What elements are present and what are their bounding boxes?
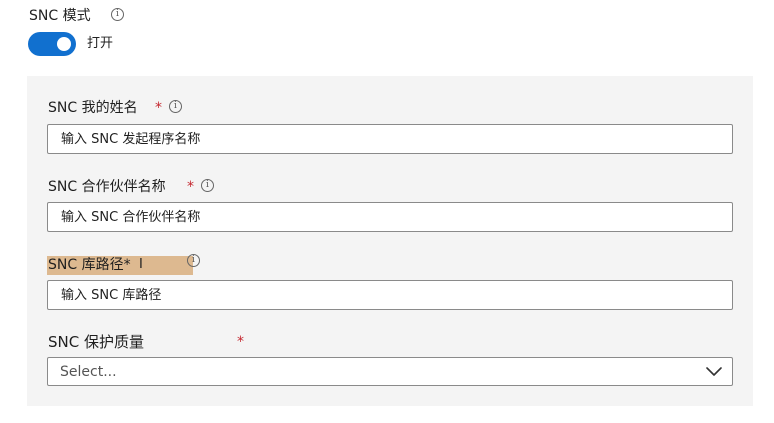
info-icon[interactable]: i <box>187 254 200 267</box>
text-cursor: I <box>139 257 143 272</box>
snc-mode-toggle[interactable] <box>28 32 76 56</box>
select-value: Select... <box>60 364 117 380</box>
snc-mode-label: SNC 模式 <box>29 8 91 24</box>
info-icon[interactable]: i <box>169 100 182 113</box>
my-name-input[interactable] <box>47 124 733 154</box>
toggle-state-label: 打开 <box>87 36 114 51</box>
required-marker: * <box>155 100 162 116</box>
my-name-label: SNC 我的姓名 <box>48 100 138 116</box>
info-icon[interactable]: i <box>111 8 124 21</box>
library-path-input[interactable] <box>47 280 733 310</box>
qop-label: SNC 保护质量 <box>48 333 144 351</box>
partner-name-input[interactable] <box>47 202 733 232</box>
snc-settings: SNC 模式 i 打开 SNC 我的姓名 * i SNC 合作伙伴名称 * i … <box>0 0 774 423</box>
library-path-label: SNC 库路径* <box>48 257 131 273</box>
chevron-down-icon <box>706 367 722 376</box>
required-marker: * <box>187 179 194 195</box>
info-icon[interactable]: i <box>201 179 214 192</box>
required-marker: * <box>237 334 244 350</box>
qop-select[interactable]: Select... <box>47 357 733 386</box>
partner-name-label: SNC 合作伙伴名称 <box>48 179 166 195</box>
toggle-knob <box>57 37 71 51</box>
